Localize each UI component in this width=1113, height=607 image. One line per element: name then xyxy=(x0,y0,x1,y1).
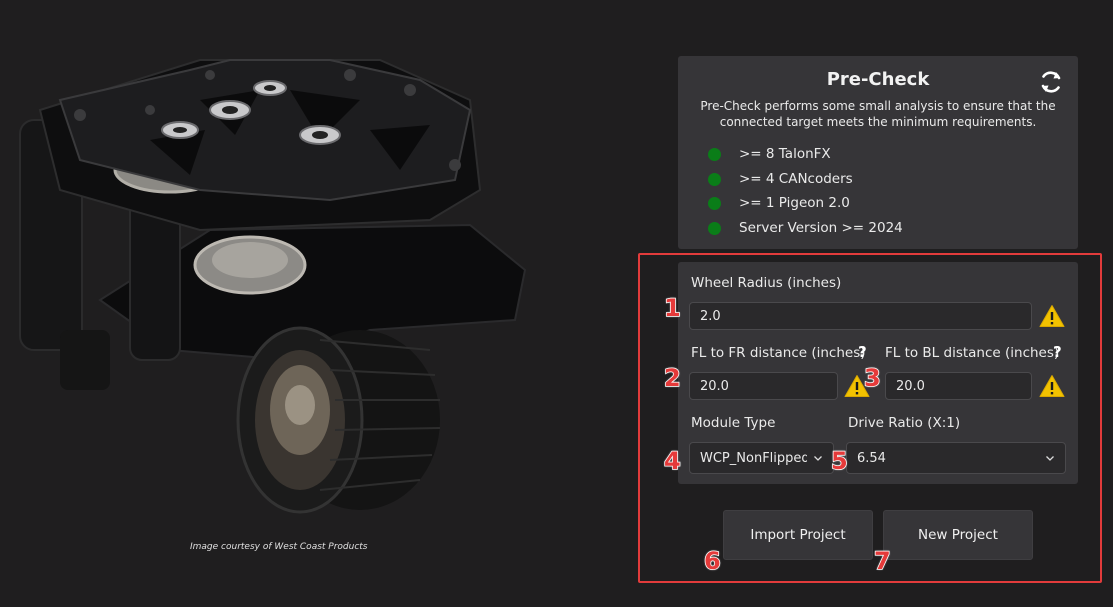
wheel-radius-label: Wheel Radius (inches) xyxy=(691,275,842,291)
warning-icon xyxy=(1039,375,1065,397)
chevron-down-icon xyxy=(814,456,822,461)
image-caption: Image courtesy of West Coast Products xyxy=(190,542,368,552)
requirement-label: Server Version >= 2024 xyxy=(739,220,903,236)
status-ok-icon xyxy=(708,196,721,210)
import-project-button[interactable]: Import Project xyxy=(723,510,873,560)
chevron-down-icon xyxy=(1046,456,1054,461)
drive-ratio-select[interactable]: 6.54 xyxy=(846,442,1066,474)
module-type-value: WCP_NonFlipped xyxy=(700,450,807,466)
annotation-5: 5 xyxy=(830,446,848,476)
drive-ratio-value: 6.54 xyxy=(857,450,886,466)
precheck-title: Pre-Check xyxy=(826,69,930,90)
swerve-module-image xyxy=(19,59,527,514)
refresh-icon[interactable] xyxy=(1038,69,1064,95)
status-ok-icon xyxy=(708,221,721,235)
new-project-button[interactable]: New Project xyxy=(883,510,1033,560)
annotation-7: 7 xyxy=(873,546,891,576)
fl-bl-distance-label: FL to BL distance (inches) xyxy=(885,345,1060,361)
fl-fr-distance-input[interactable] xyxy=(689,372,838,400)
product-image: Image courtesy of West Coast Products xyxy=(0,0,560,607)
annotation-1: 1 xyxy=(663,293,681,323)
annotation-6: 6 xyxy=(703,546,721,576)
status-ok-icon xyxy=(708,147,721,161)
requirement-server-version: Server Version >= 2024 xyxy=(708,218,903,238)
annotation-3: 3 xyxy=(863,363,881,393)
annotation-4: 4 xyxy=(663,446,681,476)
fl-fr-distance-label: FL to FR distance (inches) xyxy=(691,345,866,361)
module-type-select[interactable]: WCP_NonFlipped xyxy=(689,442,834,474)
requirement-cancoders: >= 4 CANcoders xyxy=(708,169,853,189)
module-type-label: Module Type xyxy=(691,415,776,431)
help-icon[interactable]: ? xyxy=(1053,343,1062,361)
precheck-description: Pre-Check performs some small analysis t… xyxy=(700,99,1056,129)
requirement-talonfx: >= 8 TalonFX xyxy=(708,144,831,164)
requirement-pigeon: >= 1 Pigeon 2.0 xyxy=(708,193,850,213)
help-icon[interactable]: ? xyxy=(858,343,867,361)
drive-ratio-label: Drive Ratio (X:1) xyxy=(848,415,961,431)
annotation-2: 2 xyxy=(663,363,681,393)
warning-icon xyxy=(1039,305,1065,327)
precheck-panel: Pre-Check Pre-Check performs some small … xyxy=(678,56,1078,249)
requirement-label: >= 4 CANcoders xyxy=(739,171,853,187)
wheel-radius-input[interactable] xyxy=(689,302,1032,330)
status-ok-icon xyxy=(708,172,721,186)
fl-bl-distance-input[interactable] xyxy=(885,372,1032,400)
requirement-label: >= 8 TalonFX xyxy=(739,146,831,162)
requirement-label: >= 1 Pigeon 2.0 xyxy=(739,195,850,211)
